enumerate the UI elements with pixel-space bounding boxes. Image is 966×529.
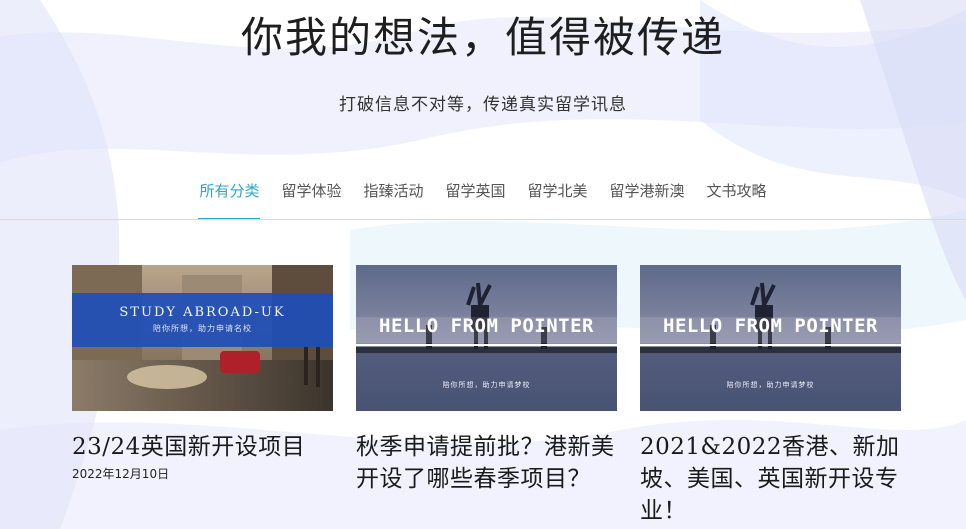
post-thumbnail[interactable]: HELLO FROM POINTER 陪你所想，助力申请梦校 (640, 265, 901, 411)
tab-study-uk[interactable]: 留学英国 (444, 168, 506, 218)
thumbnail-heading: STUDY ABROAD-UK (119, 305, 286, 320)
post-thumbnail[interactable]: HELLO FROM POINTER 陪你所想，助力申请梦校 (356, 265, 617, 411)
tab-study-experience[interactable]: 留学体验 (280, 168, 342, 218)
post-thumbnail[interactable]: STUDY ABROAD-UK 陪你所想，助力申请名校 (72, 265, 333, 411)
thumbnail-caption: 陪你所想，助力申请梦校 (442, 381, 531, 389)
thumbnail-caption: 陪你所想，助力申请梦校 (726, 381, 815, 389)
nav-divider (0, 219, 966, 220)
post-grid: STUDY ABROAD-UK 陪你所想，助力申请名校 23/24英国新开设项目… (72, 265, 901, 529)
thumbnail-caption: 陪你所想，助力申请名校 (153, 324, 252, 333)
tab-essay-guide[interactable]: 文书攻略 (706, 168, 768, 218)
post-date: 2022年12月10日 (72, 467, 170, 481)
post-card[interactable]: HELLO FROM POINTER 陪你所想，助力申请梦校 2021&2022… (640, 265, 901, 529)
site-tagline: 打破信息不对等，传递真实留学讯息 (339, 95, 627, 115)
post-title[interactable]: 秋季申请提前批？港新美开设了哪些春季项目？ (356, 431, 617, 495)
thumbnail-banner: STUDY ABROAD-UK 陪你所想，助力申请名校 (72, 293, 333, 347)
category-nav: 所有分类 留学体验 指臻活动 留学英国 留学北美 留学港新澳 文书攻略 (0, 168, 966, 220)
tab-pointer-events[interactable]: 指臻活动 (362, 168, 424, 218)
post-title[interactable]: 2021&2022香港、新加坡、美国、英国新开设专业！ (640, 431, 901, 527)
thumbnail-heading: HELLO FROM POINTER (663, 315, 878, 337)
thumbnail-heading: HELLO FROM POINTER (379, 315, 594, 337)
post-title[interactable]: 23/24英国新开设项目 (72, 431, 333, 463)
tab-study-north-america[interactable]: 留学北美 (527, 168, 589, 218)
tab-study-hk-sg-au[interactable]: 留学港新澳 (609, 168, 686, 218)
post-card[interactable]: HELLO FROM POINTER 陪你所想，助力申请梦校 秋季申请提前批？港… (356, 265, 617, 529)
tab-all-categories[interactable]: 所有分类 (198, 168, 261, 220)
site-headline: 你我的想法，值得被传递 (240, 13, 725, 62)
post-card[interactable]: STUDY ABROAD-UK 陪你所想，助力申请名校 23/24英国新开设项目… (72, 265, 333, 529)
